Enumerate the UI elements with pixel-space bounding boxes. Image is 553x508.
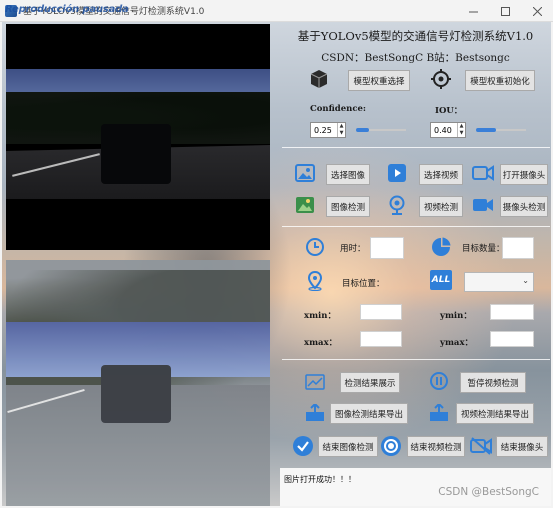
- watermark-text: CSDN @BestSongC: [438, 486, 539, 498]
- check-circle-icon: [292, 435, 314, 457]
- maximize-icon: [500, 6, 510, 16]
- pause-video-detect-button[interactable]: 暂停视频检测: [460, 372, 526, 393]
- minimize-button[interactable]: [457, 0, 489, 22]
- vehicle-silhouette: [101, 365, 171, 423]
- end-camera-button[interactable]: 结束摄像头: [496, 436, 548, 457]
- stop-circle-icon: [380, 435, 402, 457]
- status-message: 图片打开成功！！！: [284, 475, 356, 484]
- close-button[interactable]: [521, 0, 553, 22]
- playback-overlay-tag: Reproducción pausada: [5, 4, 129, 15]
- main-window: 基于YOLOv5模型的交通信号灯检测系统V1.0 CSDN：BestSongC …: [2, 22, 551, 506]
- export-image-icon: [304, 402, 326, 424]
- end-video-detect-button[interactable]: 结束视频检测: [407, 436, 465, 457]
- close-icon: [532, 6, 542, 16]
- export-video-icon: [428, 402, 450, 424]
- pause-icon: [428, 370, 450, 392]
- camera-off-icon: [470, 435, 492, 457]
- maximize-button[interactable]: [489, 0, 521, 22]
- minimize-icon: [468, 11, 478, 12]
- export-video-results-button[interactable]: 视频检测结果导出: [456, 403, 534, 424]
- end-image-detect-button[interactable]: 结束图像检测: [318, 436, 378, 457]
- show-results-button[interactable]: 检测结果展示: [340, 372, 400, 393]
- export-image-results-button[interactable]: 图像检测结果导出: [330, 403, 408, 424]
- vehicle-silhouette: [101, 124, 171, 184]
- line-chart-icon: [304, 371, 326, 393]
- original-image-view: [6, 260, 270, 506]
- title-bar: 基于YOLOv5模型的交通信号灯检测系统V1.0 Reproducción pa…: [0, 0, 553, 22]
- detection-result-view: [6, 24, 270, 250]
